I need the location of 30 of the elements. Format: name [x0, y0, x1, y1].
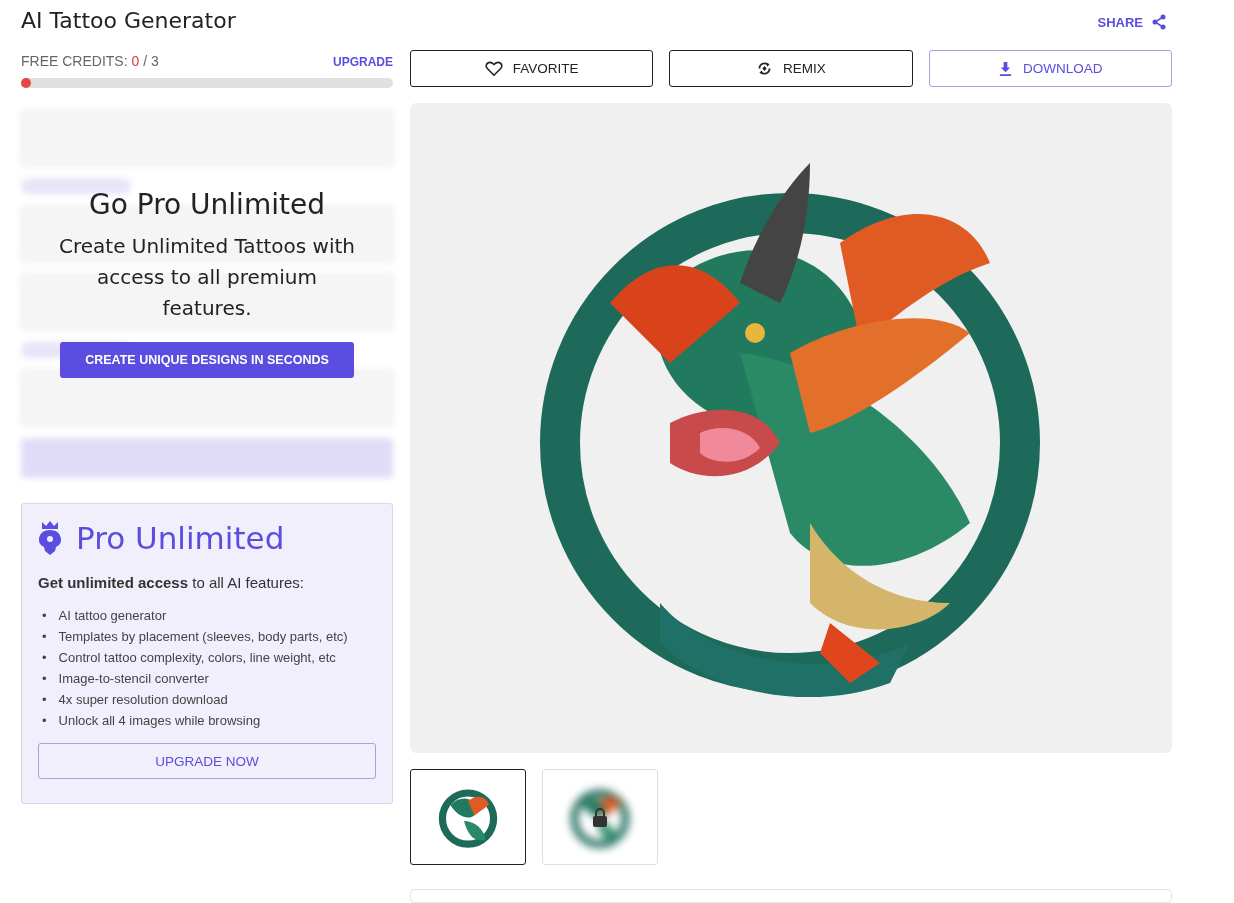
- bullet: •: [42, 649, 47, 667]
- feature-item: Image-to-stencil converter: [58, 670, 209, 688]
- favorite-button[interactable]: FAVORITE: [410, 50, 654, 87]
- thumbnail[interactable]: [410, 769, 526, 865]
- page-title: AI Tattoo Generator: [21, 8, 237, 33]
- bullet: •: [42, 670, 47, 688]
- bullet: •: [42, 628, 47, 646]
- share-link[interactable]: SHARE: [1097, 14, 1167, 30]
- feature-item: 4x super resolution download: [58, 691, 228, 709]
- feature-item: Unlock all 4 images while browsing: [58, 712, 261, 730]
- bullet: •: [42, 607, 47, 625]
- create-designs-button[interactable]: CREATE UNIQUE DESIGNS IN SECONDS: [60, 342, 354, 378]
- feature-item: AI tattoo generator: [58, 607, 167, 625]
- overlay-text: Create Unlimited Tattoos with access to all premium features.: [58, 233, 356, 322]
- upgrade-now-button[interactable]: UPGRADE NOW: [38, 743, 376, 779]
- bullet: •: [42, 712, 47, 730]
- pro-title: Pro Unlimited: [76, 520, 285, 556]
- feature-item: Control tattoo complexity, colors, line weight, etc: [58, 649, 336, 667]
- download-button[interactable]: DOWNLOAD: [928, 50, 1172, 87]
- share-icon: [1151, 14, 1167, 30]
- upgrade-link[interactable]: UPGRADE: [333, 55, 393, 69]
- download-icon: [998, 61, 1014, 76]
- pro-intro: Get unlimited access to all AI features:: [38, 574, 305, 591]
- overlay-title: Go Pro Unlimited: [89, 188, 325, 221]
- lock-icon: [592, 807, 608, 827]
- remix-button[interactable]: REMIX: [669, 50, 913, 87]
- credits-label: FREE CREDITS: 0 / 3: [21, 53, 159, 69]
- feature-item: Templates by placement (sleeves, body parts, etc): [58, 628, 348, 646]
- bullet: •: [42, 691, 47, 709]
- heart-icon: [484, 60, 503, 77]
